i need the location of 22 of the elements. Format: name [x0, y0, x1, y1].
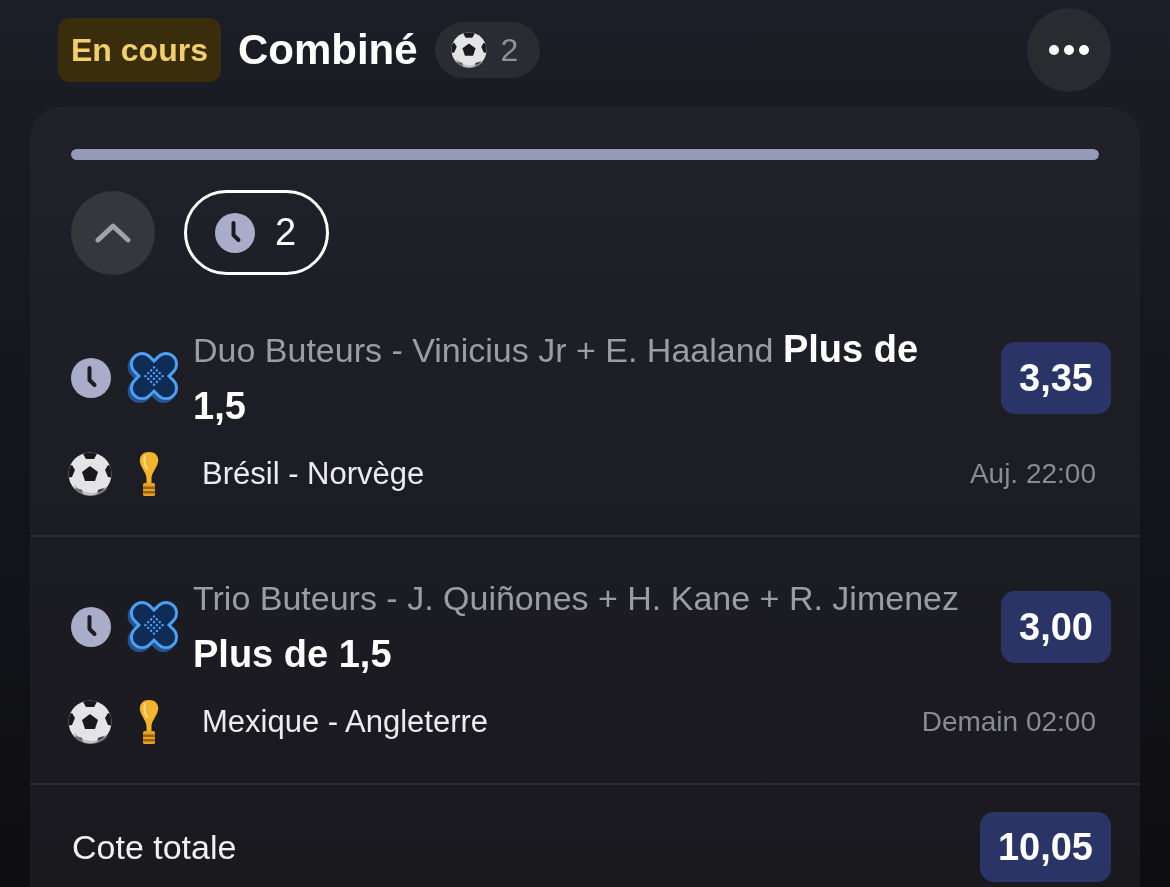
kickoff-time: Demain 02:00 [921, 705, 1096, 739]
clock-icon [215, 212, 255, 253]
sport-count: 2 [500, 34, 519, 66]
more-icon [1049, 45, 1089, 55]
soccer-ball-icon [68, 700, 112, 744]
pending-filter-chip[interactable]: 2 [184, 190, 329, 275]
chevron-up-icon [95, 222, 131, 243]
soccer-ball-icon [68, 452, 112, 496]
bet-description: Trio Buteurs - J. Quiñones + H. Kane + R. Jimenez Plus de 1,5 [193, 578, 960, 677]
total-odds-badge: 10,05 [979, 812, 1111, 882]
bet-description: Duo Buteurs - Vinicius Jr + E. Haaland Plus de 1,5 [193, 327, 920, 429]
trophy-icon [138, 451, 160, 497]
total-odds-label: Cote totale [72, 826, 237, 868]
kickoff-time: Auj. 22:00 [969, 457, 1096, 491]
bet-title: Combiné [237, 29, 418, 71]
match-name: Brésil - Norvège [202, 454, 425, 493]
trophy-icon [138, 699, 160, 745]
odds-badge[interactable]: 3,00 [1001, 590, 1111, 663]
status-badge: En cours [58, 18, 221, 82]
soccer-ball-icon [450, 32, 487, 68]
odds-badge[interactable]: 3,35 [1001, 342, 1111, 414]
match-name: Mexique - Angleterre [202, 702, 489, 741]
